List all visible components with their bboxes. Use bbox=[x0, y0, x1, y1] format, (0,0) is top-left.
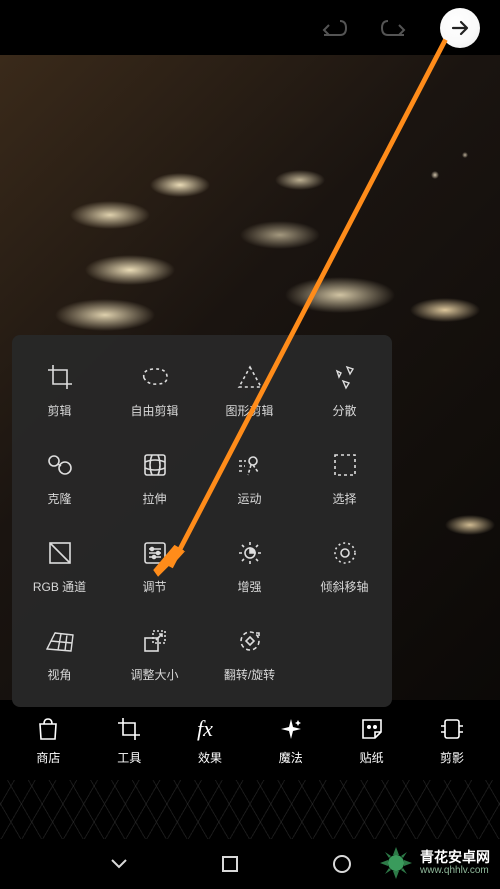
bottom-bar: 商店 工具 fx 效果 魔法 贴纸 剪影 bbox=[0, 700, 500, 780]
watermark-url: www.qhhlv.com bbox=[420, 865, 490, 876]
tool-free-crop[interactable]: 自由剪辑 bbox=[107, 345, 202, 433]
tool-panel: 剪辑 自由剪辑 图形剪辑 分散 克 bbox=[12, 335, 392, 707]
tool-tilt-shift[interactable]: 倾斜移轴 bbox=[297, 521, 392, 609]
tool-label: 分散 bbox=[332, 402, 356, 419]
sticker-icon bbox=[357, 714, 387, 744]
tool-label: 调节 bbox=[142, 578, 166, 595]
enhance-icon bbox=[233, 536, 267, 570]
bottom-sticker[interactable]: 贴纸 bbox=[331, 714, 412, 766]
tool-label: 拉伸 bbox=[142, 490, 166, 507]
nav-home[interactable] bbox=[217, 851, 243, 877]
resize-icon bbox=[138, 624, 172, 658]
bottom-tool[interactable]: 工具 bbox=[89, 714, 170, 766]
tool-enhance[interactable]: 增强 bbox=[202, 521, 297, 609]
tool-clone[interactable]: 克隆 bbox=[12, 433, 107, 521]
tool-motion[interactable]: 运动 bbox=[202, 433, 297, 521]
bottom-shop[interactable]: 商店 bbox=[8, 714, 89, 766]
tool-label: 选择 bbox=[332, 490, 356, 507]
tilt-shift-icon bbox=[328, 536, 362, 570]
tool-label: 视角 bbox=[47, 666, 71, 683]
bottom-fx[interactable]: fx 效果 bbox=[170, 714, 251, 766]
tool-resize[interactable]: 调整大小 bbox=[107, 609, 202, 697]
perspective-icon bbox=[43, 624, 77, 658]
motion-icon bbox=[233, 448, 267, 482]
tool-crop[interactable]: 剪辑 bbox=[12, 345, 107, 433]
chevron-down-icon bbox=[109, 857, 129, 871]
texture-strip bbox=[0, 780, 500, 840]
watermark: 青花安卓网 www.qhhlv.com bbox=[378, 845, 490, 881]
flip-rotate-icon bbox=[233, 624, 267, 658]
shop-icon bbox=[33, 714, 63, 744]
nav-back[interactable] bbox=[106, 851, 132, 877]
tool-label: RGB 通道 bbox=[33, 578, 86, 595]
stretch-icon bbox=[138, 448, 172, 482]
silhouette-icon bbox=[437, 714, 467, 744]
tool-scatter[interactable]: 分散 bbox=[297, 345, 392, 433]
top-bar bbox=[0, 0, 500, 55]
bottom-label: 魔法 bbox=[279, 749, 303, 766]
arrow-right-icon bbox=[450, 18, 470, 38]
fx-icon: fx bbox=[195, 714, 225, 744]
bottom-label: 商店 bbox=[36, 749, 60, 766]
bottom-label: 工具 bbox=[117, 749, 141, 766]
redo-icon bbox=[380, 17, 410, 39]
crop-icon bbox=[43, 360, 77, 394]
tool-label: 克隆 bbox=[47, 490, 71, 507]
redo-button[interactable] bbox=[378, 11, 412, 45]
tool-label: 运动 bbox=[237, 490, 261, 507]
bottom-label: 剪影 bbox=[440, 749, 464, 766]
bottom-silhouette[interactable]: 剪影 bbox=[412, 714, 492, 766]
tool-label: 倾斜移轴 bbox=[320, 578, 368, 595]
lasso-icon bbox=[138, 360, 172, 394]
shape-crop-icon bbox=[233, 360, 267, 394]
clone-icon bbox=[43, 448, 77, 482]
rgb-icon bbox=[43, 536, 77, 570]
nav-recent[interactable] bbox=[329, 851, 355, 877]
square-icon bbox=[221, 855, 239, 873]
tool-rgb[interactable]: RGB 通道 bbox=[12, 521, 107, 609]
select-icon bbox=[328, 448, 362, 482]
tool-perspective[interactable]: 视角 bbox=[12, 609, 107, 697]
tool-label: 剪辑 bbox=[47, 402, 71, 419]
watermark-logo-icon bbox=[378, 845, 414, 881]
tool-select[interactable]: 选择 bbox=[297, 433, 392, 521]
watermark-title: 青花安卓网 bbox=[420, 850, 490, 865]
tool-adjust[interactable]: 调节 bbox=[107, 521, 202, 609]
tool-stretch[interactable]: 拉伸 bbox=[107, 433, 202, 521]
tool-label: 翻转/旋转 bbox=[224, 666, 275, 683]
tool-flip-rotate[interactable]: 翻转/旋转 bbox=[202, 609, 297, 697]
tool-icon bbox=[114, 714, 144, 744]
circle-icon bbox=[332, 854, 352, 874]
undo-button[interactable] bbox=[316, 11, 350, 45]
bottom-magic[interactable]: 魔法 bbox=[250, 714, 331, 766]
forward-button[interactable] bbox=[440, 8, 480, 48]
bottom-label: 贴纸 bbox=[360, 749, 384, 766]
tool-label: 调整大小 bbox=[130, 666, 178, 683]
magic-icon bbox=[276, 714, 306, 744]
tool-label: 增强 bbox=[237, 578, 261, 595]
scatter-icon bbox=[328, 360, 362, 394]
undo-icon bbox=[318, 17, 348, 39]
tool-shape-crop[interactable]: 图形剪辑 bbox=[202, 345, 297, 433]
svg-text:fx: fx bbox=[197, 716, 213, 741]
bottom-label: 效果 bbox=[198, 749, 222, 766]
tool-label: 自由剪辑 bbox=[130, 402, 178, 419]
tool-label: 图形剪辑 bbox=[225, 402, 273, 419]
adjust-icon bbox=[138, 536, 172, 570]
